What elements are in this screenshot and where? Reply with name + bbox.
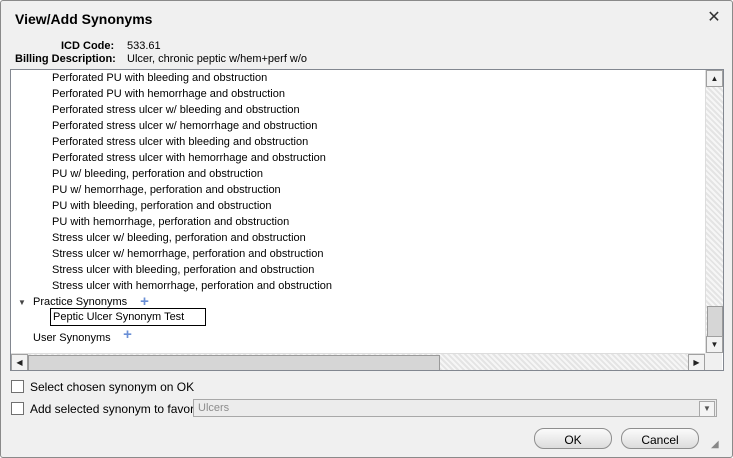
vertical-scrollbar[interactable]: ▲ ▼ <box>705 70 723 353</box>
title-bar: View/Add Synonyms ✕ <box>1 1 732 35</box>
synonym-item[interactable]: PU with hemorrhage, perforation and obst… <box>52 216 289 228</box>
add-user-synonym-icon[interactable]: + <box>121 327 134 342</box>
synonym-item[interactable]: Perforated stress ulcer with bleeding an… <box>52 136 308 148</box>
scroll-down-icon[interactable]: ▼ <box>706 336 723 353</box>
resize-grip-icon[interactable]: ◢ <box>711 439 719 450</box>
scrollbar-corner <box>705 353 722 370</box>
synonym-item[interactable]: Perforated PU with hemorrhage and obstru… <box>52 88 285 100</box>
horizontal-scrollbar[interactable]: ◀ ▶ <box>11 353 705 370</box>
synonym-item[interactable]: Stress ulcer w/ hemorrhage, perforation … <box>52 248 323 260</box>
synonym-tree[interactable]: Perforated PU with bleeding and obstruct… <box>10 69 724 371</box>
synonym-item[interactable]: Perforated PU with bleeding and obstruct… <box>52 72 267 84</box>
synonym-item[interactable]: PU w/ bleeding, perforation and obstruct… <box>52 168 263 180</box>
practice-synonym-edit-input[interactable] <box>50 308 206 326</box>
icd-code-label: ICD Code: <box>61 40 115 52</box>
vertical-scroll-thumb[interactable] <box>707 306 723 338</box>
select-chosen-label: Select chosen synonym on OK <box>30 380 195 394</box>
user-synonyms-group[interactable]: User Synonyms <box>33 332 111 344</box>
expand-arrow-icon[interactable]: ▼ <box>18 298 26 307</box>
scroll-left-icon[interactable]: ◀ <box>11 354 28 370</box>
cancel-button[interactable]: Cancel <box>621 428 699 449</box>
add-favorite-label: Add selected synonym to favorite: <box>30 402 211 416</box>
dialog-title: View/Add Synonyms <box>15 11 153 27</box>
synonym-item[interactable]: Stress ulcer w/ bleeding, perforation an… <box>52 232 306 244</box>
billing-description-value: Ulcer, chronic peptic w/hem+perf w/o <box>127 53 308 65</box>
synonym-item[interactable]: Stress ulcer with bleeding, perforation … <box>52 264 314 276</box>
horizontal-scroll-thumb[interactable] <box>28 355 440 370</box>
chevron-down-icon[interactable]: ▼ <box>699 401 715 417</box>
billing-description-label: Billing Description: <box>15 53 116 65</box>
scroll-up-icon[interactable]: ▲ <box>706 70 723 87</box>
synonym-item[interactable]: Perforated stress ulcer with hemorrhage … <box>52 152 326 164</box>
practice-synonyms-group[interactable]: Practice Synonyms <box>33 296 127 308</box>
icd-code-value: 533.61 <box>127 40 161 52</box>
close-icon[interactable]: ✕ <box>706 7 722 26</box>
synonyms-dialog: View/Add Synonyms ✕ ICD Code: 533.61 Bil… <box>0 0 733 458</box>
ok-button[interactable]: OK <box>534 428 612 449</box>
scroll-right-icon[interactable]: ▶ <box>688 354 705 370</box>
add-favorite-checkbox[interactable] <box>11 402 24 415</box>
synonym-item[interactable]: PU with bleeding, perforation and obstru… <box>52 200 272 212</box>
favorite-select-value: Ulcers <box>198 402 230 414</box>
synonym-item[interactable]: PU w/ hemorrhage, perforation and obstru… <box>52 184 281 196</box>
synonym-item[interactable]: Perforated stress ulcer w/ hemorrhage an… <box>52 120 317 132</box>
favorite-select[interactable]: Ulcers ▼ <box>193 399 717 417</box>
synonym-item[interactable]: Stress ulcer with hemorrhage, perforatio… <box>52 280 332 292</box>
synonym-item[interactable]: Perforated stress ulcer w/ bleeding and … <box>52 104 300 116</box>
select-chosen-checkbox[interactable] <box>11 380 24 393</box>
